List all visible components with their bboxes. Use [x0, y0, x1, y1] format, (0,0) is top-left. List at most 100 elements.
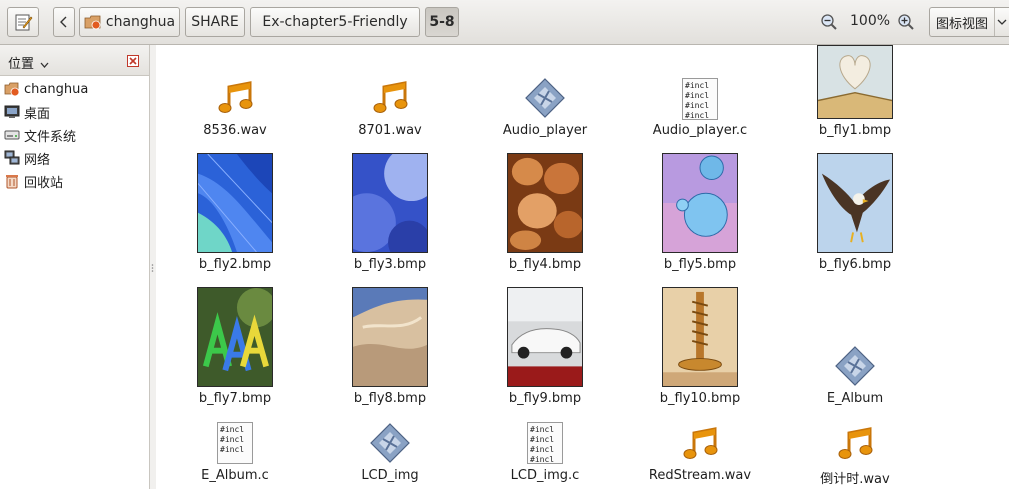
audio-file-icon — [218, 81, 253, 113]
file-item[interactable]: 8536.wav — [160, 45, 310, 145]
file-item[interactable]: b_fly3.bmp — [315, 153, 465, 278]
executable-icon — [370, 423, 410, 463]
audio-file-icon — [373, 81, 408, 113]
file-name: b_fly7.bmp — [198, 391, 272, 406]
notepad-pencil-icon — [15, 14, 33, 31]
file-item[interactable]: b_fly8.bmp — [315, 287, 465, 412]
file-name: LCD_img.c — [510, 468, 580, 483]
sidebar-item-label: 网络 — [24, 152, 51, 168]
sidebar-item-label: 桌面 — [24, 106, 51, 122]
sidebar-item-filesystem[interactable]: 文件系统 — [0, 124, 149, 146]
executable-icon — [835, 346, 875, 386]
c-source-icon: #incl #incl #incl #incl — [527, 422, 563, 464]
code-preview-line: #incl — [685, 101, 710, 110]
network-icon — [4, 150, 20, 165]
file-item[interactable]: 倒计时.wav — [780, 421, 930, 489]
image-thumbnail-book-heart — [817, 45, 893, 119]
file-item[interactable]: b_fly1.bmp — [780, 45, 930, 145]
trash-icon — [6, 175, 18, 189]
sidebar-item-label: 回收站 — [24, 175, 64, 191]
file-name: 8701.wav — [358, 123, 422, 138]
sidebar-item-label: changhua — [24, 81, 89, 97]
file-item[interactable]: b_fly4.bmp — [470, 153, 620, 278]
c-source-icon: #incl #incl #incl #incl — [682, 78, 718, 120]
code-preview-line: #incl — [530, 425, 555, 434]
image-thumbnail-clay-pots — [507, 153, 583, 253]
zoom-in-icon[interactable] — [897, 13, 915, 31]
file-item[interactable]: #incl #incl #incl E_Album.c — [160, 421, 310, 489]
image-thumbnail-dunes — [352, 287, 428, 387]
image-thumbnail-screw — [662, 287, 738, 387]
chevron-down-icon — [40, 62, 49, 68]
zoom-level: 100% — [850, 13, 891, 29]
home-folder-icon — [4, 82, 20, 97]
path-button-current[interactable]: 5-8 — [425, 7, 459, 37]
file-name: 倒计时.wav — [820, 472, 890, 487]
file-name: b_fly9.bmp — [508, 391, 582, 406]
file-item[interactable]: b_fly9.bmp — [470, 287, 620, 412]
sidebar-title: 位置 — [8, 57, 35, 72]
image-thumbnail-letters — [197, 287, 273, 387]
file-item[interactable]: E_Album — [780, 287, 930, 412]
toolbar: changhua SHARE Ex-chapter5-Friendly 5-8 … — [0, 0, 1009, 45]
file-name: Audio_player — [502, 123, 588, 138]
file-name: b_fly2.bmp — [198, 257, 272, 272]
file-name: b_fly6.bmp — [818, 257, 892, 272]
file-item[interactable]: b_fly2.bmp — [160, 153, 310, 278]
sidebar-title-dropdown[interactable]: 位置 — [8, 53, 49, 72]
sidebar-item-desktop[interactable]: 桌面 — [0, 101, 149, 123]
zoom-out-icon[interactable] — [820, 13, 838, 31]
sidebar-item-changhua[interactable]: changhua — [0, 78, 149, 100]
edit-location-button[interactable] — [7, 7, 39, 37]
file-item[interactable]: 8701.wav — [315, 45, 465, 145]
file-name: b_fly4.bmp — [508, 257, 582, 272]
path-button-changhua[interactable]: changhua — [79, 7, 180, 37]
sidebar-item-network[interactable]: 网络 — [0, 147, 149, 169]
home-folder-icon — [84, 15, 101, 30]
code-preview-line: #incl — [530, 455, 555, 464]
file-name: b_fly5.bmp — [663, 257, 737, 272]
audio-file-icon — [838, 427, 873, 459]
file-name: E_Album — [826, 391, 884, 406]
file-name: Audio_player.c — [652, 123, 748, 138]
code-preview-line: #incl — [220, 425, 245, 434]
file-item[interactable]: b_fly6.bmp — [780, 153, 930, 278]
code-preview-line: #incl — [685, 91, 710, 100]
drive-icon — [4, 130, 20, 140]
code-preview-line: #incl — [530, 445, 555, 454]
audio-file-icon — [683, 427, 718, 459]
file-name: 8536.wav — [203, 123, 267, 138]
file-item[interactable]: #incl #incl #incl #incl Audio_player.c — [625, 45, 775, 145]
file-name: b_fly8.bmp — [353, 391, 427, 406]
code-preview-line: #incl — [685, 111, 710, 120]
view-mode-label: 图标视图 — [936, 16, 989, 32]
file-item[interactable]: b_fly7.bmp — [160, 287, 310, 412]
code-preview-line: #incl — [685, 81, 710, 90]
image-thumbnail-blue-abstract — [197, 153, 273, 253]
file-item[interactable]: LCD_img — [315, 421, 465, 489]
file-name: RedStream.wav — [648, 468, 752, 483]
image-thumbnail-car — [507, 287, 583, 387]
image-thumbnail-blue-spheres — [352, 153, 428, 253]
file-item[interactable]: b_fly10.bmp — [625, 287, 775, 412]
file-name: LCD_img — [361, 468, 419, 483]
file-item[interactable]: #incl #incl #incl #incl LCD_img.c — [470, 421, 620, 489]
image-thumbnail-eagle — [817, 153, 893, 253]
sidebar-header: 位置 — [0, 45, 149, 76]
path-label-changhua: changhua — [105, 14, 176, 30]
file-item[interactable]: b_fly5.bmp — [625, 153, 775, 278]
path-back-arrow[interactable] — [53, 7, 75, 37]
splitter-grip-icon — [151, 264, 154, 272]
close-icon[interactable] — [127, 55, 139, 67]
file-item[interactable]: Audio_player — [470, 45, 620, 145]
code-preview-line: #incl — [220, 445, 245, 454]
sidebar-item-label: 文件系统 — [24, 129, 77, 145]
executable-icon — [525, 78, 565, 118]
file-item[interactable]: RedStream.wav — [625, 421, 775, 489]
chevron-left-icon — [60, 16, 67, 28]
sidebar-item-trash[interactable]: 回收站 — [0, 170, 149, 192]
view-mode-select[interactable]: 图标视图 — [929, 7, 1009, 37]
path-button-share[interactable]: SHARE — [185, 7, 245, 37]
path-label-ex-chapter5: Ex-chapter5-Friendly — [262, 14, 408, 30]
path-button-ex-chapter5[interactable]: Ex-chapter5-Friendly — [250, 7, 420, 37]
